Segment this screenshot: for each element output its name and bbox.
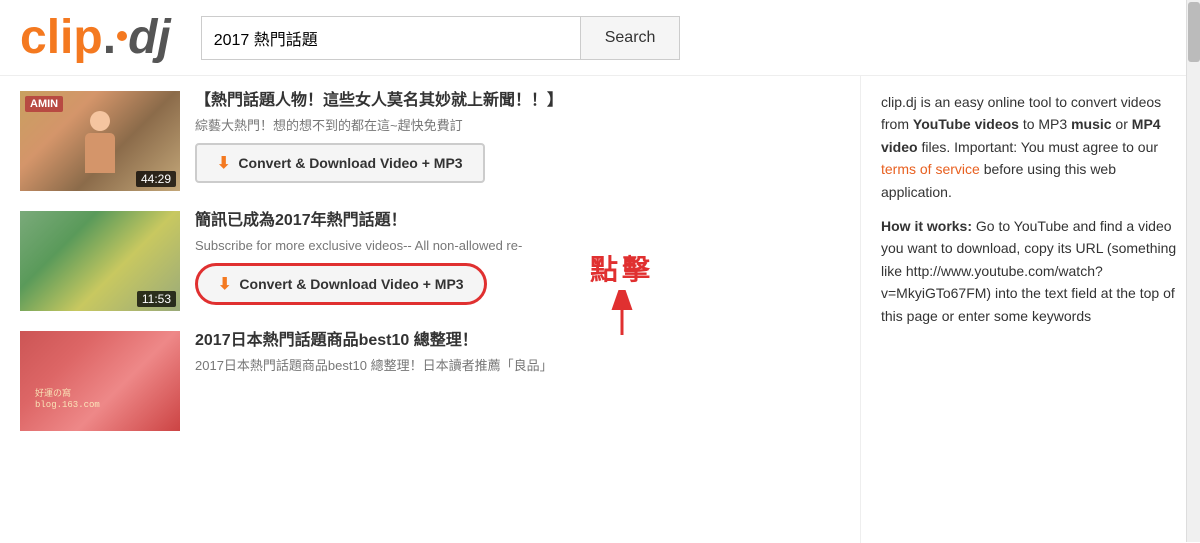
convert-button-1[interactable]: ⬇ Convert & Download Video + MP3 xyxy=(195,143,485,183)
result-title-3: 2017日本熱門話題商品best10 總整理！ xyxy=(195,331,840,352)
scrollbar[interactable] xyxy=(1186,0,1200,542)
result-info-2: 簡訊已成為2017年熱門話題！ Subscribe for more exclu… xyxy=(195,211,840,305)
result-desc-3: 2017日本熱門話題商品best10 總整理！日本讀者推薦「良品」 xyxy=(195,357,840,375)
result-item: AMIN 44:29 【熱門話題人物！這些女人莫名其妙就上新聞！！】 綜藝大熱門… xyxy=(20,91,840,191)
search-container: Search xyxy=(201,16,681,60)
thumb-label-1: AMIN xyxy=(25,96,63,112)
info-paragraph-2: How it works: Go to YouTube and find a v… xyxy=(881,215,1180,327)
convert-btn-label-2: Convert & Download Video + MP3 xyxy=(239,276,463,292)
result-title-1: 【熱門話題人物！這些女人莫名其妙就上新聞！！】 xyxy=(195,91,840,112)
search-button[interactable]: Search xyxy=(581,16,681,60)
logo[interactable]: clip .dj xyxy=(20,10,171,65)
convert-btn-label-1: Convert & Download Video + MP3 xyxy=(238,155,462,171)
thumbnail-3[interactable]: 好運の窩blog.163.com xyxy=(20,331,180,431)
convert-button-2[interactable]: ⬇ Convert & Download Video + MP3 xyxy=(195,263,487,305)
result-desc-1: 綜藝大熱門！想的想不到的都在這~趕快免費訂 xyxy=(195,117,840,135)
logo-clip-text: clip xyxy=(20,10,103,65)
download-icon-2: ⬇ xyxy=(218,274,231,294)
how-it-works-label: How it works: xyxy=(881,218,972,234)
thumb-duration-1: 44:29 xyxy=(136,171,176,187)
result-item-3: 好運の窩blog.163.com 2017日本熱門話題商品best10 總整理！… xyxy=(20,331,840,431)
result-info-1: 【熱門話題人物！這些女人莫名其妙就上新聞！！】 綜藝大熱門！想的想不到的都在這~… xyxy=(195,91,840,183)
search-input[interactable] xyxy=(201,16,581,60)
thumb-duration-2: 11:53 xyxy=(137,291,176,307)
header: clip .dj Search xyxy=(0,0,1200,76)
download-icon-1: ⬇ xyxy=(217,153,230,173)
terms-link[interactable]: terms of service xyxy=(881,161,980,177)
logo-dot-dj-text: .dj xyxy=(103,10,171,65)
result-info-3: 2017日本熱門話題商品best10 總整理！ 2017日本熱門話題商品best… xyxy=(195,331,840,383)
thumb-person-1 xyxy=(70,111,130,191)
info-paragraph-1: clip.dj is an easy online tool to conver… xyxy=(881,91,1180,203)
info-panel: clip.dj is an easy online tool to conver… xyxy=(860,76,1200,543)
thumbnail-2[interactable]: 11:53 xyxy=(20,211,180,311)
thumbnail-1[interactable]: AMIN 44:29 xyxy=(20,91,180,191)
scrollbar-thumb[interactable] xyxy=(1188,2,1200,62)
result-title-2: 簡訊已成為2017年熱門話題！ xyxy=(195,211,840,232)
result-item-2: 11:53 簡訊已成為2017年熱門話題！ Subscribe for more… xyxy=(20,211,840,311)
main-content: AMIN 44:29 【熱門話題人物！這些女人莫名其妙就上新聞！！】 綜藝大熱門… xyxy=(0,76,1200,543)
thumb-watermark-3: 好運の窩blog.163.com xyxy=(35,389,100,411)
result-desc-2: Subscribe for more exclusive videos-- Al… xyxy=(195,237,840,255)
results-panel: AMIN 44:29 【熱門話題人物！這些女人莫名其妙就上新聞！！】 綜藝大熱門… xyxy=(0,76,860,543)
